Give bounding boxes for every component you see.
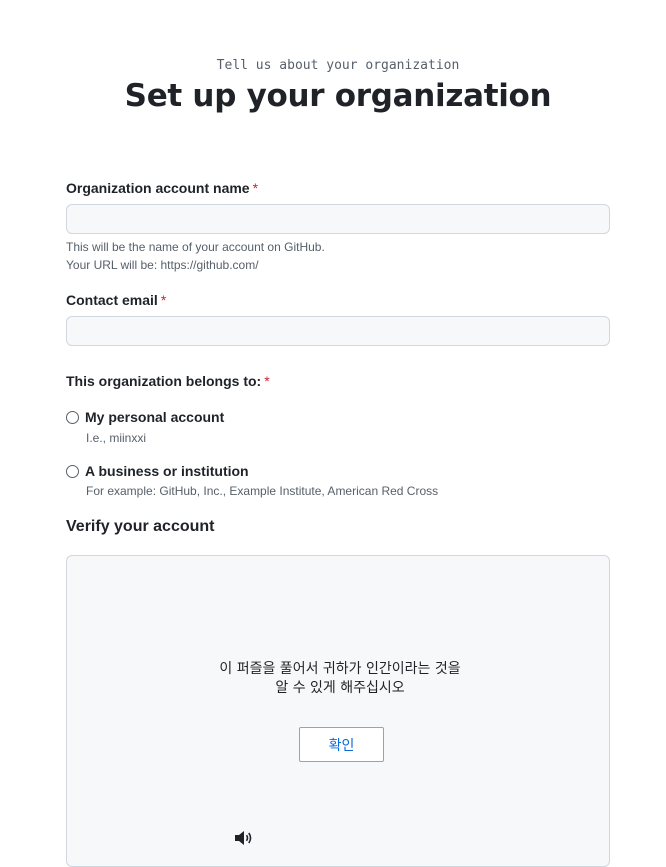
radio-button-personal[interactable] [66, 410, 79, 424]
required-asterisk: * [160, 292, 167, 308]
required-asterisk: * [264, 373, 270, 389]
speaker-icon[interactable] [234, 830, 254, 846]
radio-note-personal: I.e., miinxxi [86, 431, 147, 445]
page-eyebrow: Tell us about your organization [216, 58, 460, 73]
org-name-url-note: Your URL will be: https://github.com/ [66, 258, 259, 272]
contact-email-label: Contact email * [66, 292, 166, 308]
org-name-label-text: Organization account name [66, 180, 250, 196]
contact-email-label-text: Contact email [66, 292, 158, 308]
radio-label-business[interactable]: A business or institution [85, 463, 249, 479]
radio-option-personal[interactable]: My personal account [66, 409, 224, 425]
belongs-to-label-text: This organization belongs to: [66, 373, 262, 389]
belongs-to-label: This organization belongs to: * [66, 373, 270, 389]
org-name-input[interactable] [66, 204, 610, 234]
contact-email-input[interactable] [66, 316, 610, 346]
radio-option-business[interactable]: A business or institution [66, 463, 249, 479]
radio-note-business: For example: GitHub, Inc., Example Insti… [86, 484, 439, 498]
captcha-prompt: 이 퍼즐을 풀어서 귀하가 인간이라는 것을 알 수 있게 해주십시오 [67, 660, 613, 698]
captcha-prompt-line1: 이 퍼즐을 풀어서 귀하가 인간이라는 것을 [219, 661, 461, 677]
org-name-label: Organization account name * [66, 180, 258, 196]
captcha-confirm-button[interactable]: 확인 [299, 727, 384, 762]
captcha-panel: 이 퍼즐을 풀어서 귀하가 인간이라는 것을 알 수 있게 해주십시오 확인 [66, 555, 610, 867]
radio-button-business[interactable] [66, 464, 79, 478]
org-name-note-line1: This will be the name of your account on… [66, 240, 325, 254]
required-asterisk: * [252, 180, 259, 196]
org-name-note: This will be the name of your account on… [66, 238, 325, 274]
radio-label-personal[interactable]: My personal account [85, 409, 224, 425]
captcha-prompt-line2: 알 수 있게 해주십시오 [275, 680, 405, 696]
page-title: Set up your organization [124, 78, 552, 114]
verify-title: Verify your account [66, 518, 215, 535]
